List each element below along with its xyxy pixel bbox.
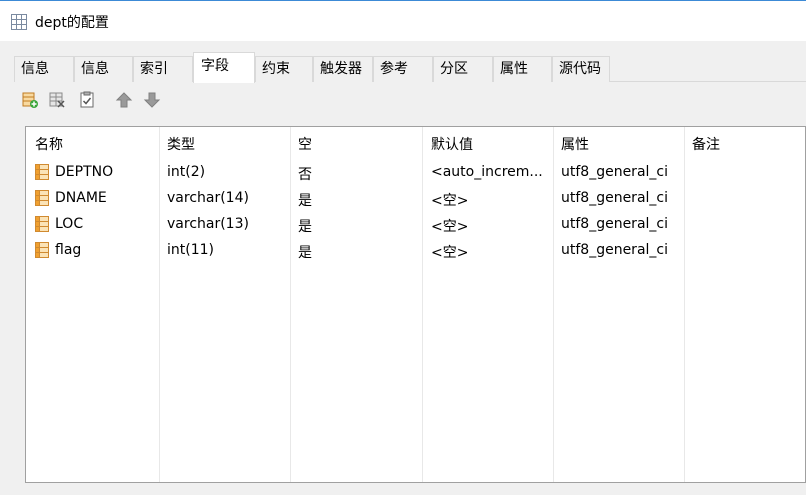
table-row[interactable]: DEPTNO int(2) 否 <auto_increm... utf8_gen… [26, 159, 805, 185]
move-down-icon [143, 92, 161, 108]
field-null: 是 [298, 245, 312, 261]
field-attributes: utf8_general_ci [561, 216, 668, 232]
tab-fields[interactable]: 字段 [193, 52, 255, 83]
column-header-default[interactable]: 默认值 [431, 134, 473, 154]
field-null: 是 [298, 193, 312, 209]
field-type: int(2) [167, 164, 206, 180]
title-bar: dept的配置 [0, 0, 806, 41]
move-up-icon [115, 92, 133, 108]
column-header-name[interactable]: 名称 [35, 134, 63, 154]
field-default: <auto_increm... [431, 164, 543, 180]
field-null: 是 [298, 219, 312, 235]
column-header-attributes[interactable]: 属性 [561, 134, 589, 154]
delete-field-icon [49, 92, 65, 108]
table-row[interactable]: DNAME varchar(14) 是 <空> utf8_general_ci [26, 185, 805, 211]
window-title: dept的配置 [35, 15, 109, 31]
field-attributes: utf8_general_ci [561, 190, 668, 206]
field-type: int(11) [167, 242, 214, 258]
tab-properties[interactable]: 属性 [493, 56, 552, 82]
move-up-button[interactable] [114, 90, 134, 110]
tab-references[interactable]: 参考 [373, 56, 433, 82]
column-header-type[interactable]: 类型 [167, 134, 195, 154]
tab-constraints[interactable]: 约束 [255, 56, 313, 82]
field-type: varchar(13) [167, 216, 249, 232]
field-default: <空> [431, 193, 469, 209]
field-icon [35, 164, 49, 180]
properties-button[interactable] [77, 90, 97, 110]
table-row[interactable]: flag int(11) 是 <空> utf8_general_ci [26, 237, 805, 263]
add-field-icon [22, 92, 38, 108]
table-row[interactable]: LOC varchar(13) 是 <空> utf8_general_ci [26, 211, 805, 237]
field-name: flag [55, 242, 82, 258]
field-name: LOC [55, 216, 84, 232]
field-null: 否 [298, 167, 312, 183]
field-default: <空> [431, 219, 469, 235]
tab-info-2[interactable]: 信息 [74, 56, 133, 82]
field-attributes: utf8_general_ci [561, 164, 668, 180]
tab-source-code[interactable]: 源代码 [552, 56, 610, 82]
tab-triggers[interactable]: 触发器 [313, 56, 373, 82]
field-type: varchar(14) [167, 190, 249, 206]
field-icon [35, 242, 49, 258]
field-icon [35, 190, 49, 206]
tab-info-1[interactable]: 信息 [14, 56, 74, 82]
table-icon [11, 14, 27, 30]
field-name: DNAME [55, 190, 107, 206]
properties-icon [80, 91, 94, 108]
tab-partitions[interactable]: 分区 [433, 56, 493, 82]
move-down-button[interactable] [142, 90, 162, 110]
field-default: <空> [431, 245, 469, 261]
field-attributes: utf8_general_ci [561, 242, 668, 258]
field-icon [35, 216, 49, 232]
field-name: DEPTNO [55, 164, 114, 180]
add-field-button[interactable] [20, 90, 40, 110]
fields-grid[interactable]: 名称 类型 空 默认值 属性 备注 DEPTNO int(2) 否 <auto_… [25, 126, 806, 483]
column-header-comment[interactable]: 备注 [692, 134, 720, 154]
delete-field-button[interactable] [47, 90, 67, 110]
column-header-null[interactable]: 空 [298, 134, 312, 154]
tab-indexes[interactable]: 索引 [133, 56, 193, 82]
